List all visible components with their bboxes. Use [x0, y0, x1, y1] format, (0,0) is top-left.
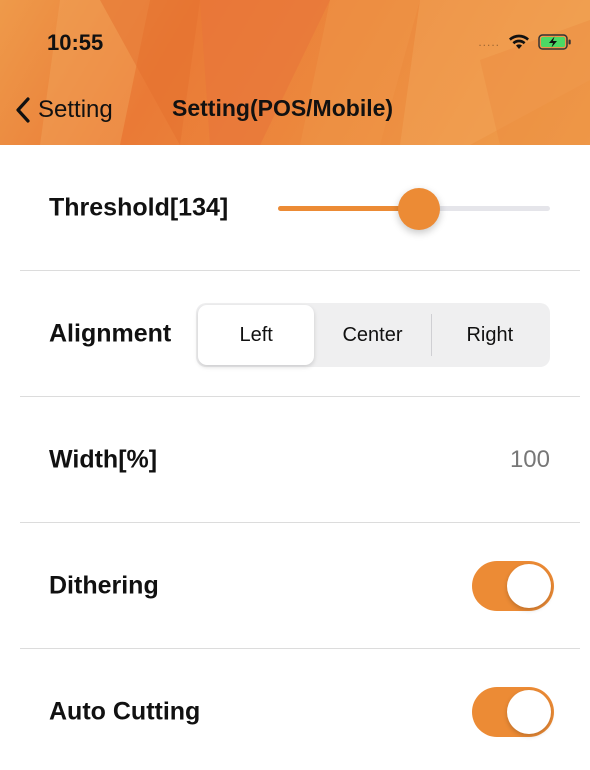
dithering-row: Dithering: [20, 523, 580, 649]
slider-thumb[interactable]: [398, 188, 441, 230]
alignment-row: Alignment Left Center Right: [20, 271, 580, 397]
alignment-option-left[interactable]: Left: [198, 305, 315, 365]
alignment-segmented-control: Left Center Right: [196, 303, 550, 367]
status-indicators: .....: [478, 30, 572, 54]
auto-cutting-toggle[interactable]: [472, 687, 554, 737]
threshold-label: Threshold[134]: [49, 193, 229, 221]
status-time: 10:55: [47, 30, 104, 55]
cellular-signal: .....: [478, 35, 500, 49]
toggle-knob: [507, 563, 551, 608]
width-row[interactable]: Width[%] 100: [20, 397, 580, 523]
chevron-left-icon: [14, 96, 32, 124]
width-value[interactable]: 100: [510, 446, 550, 474]
navigation-header: 10:55 ..... Setting Setting(POS/Mobile): [0, 0, 590, 145]
alignment-option-center[interactable]: Center: [314, 305, 430, 365]
dithering-toggle[interactable]: [472, 560, 554, 611]
page-title: Setting(POS/Mobile): [172, 95, 394, 121]
auto-cutting-row: Auto Cutting: [20, 649, 580, 770]
threshold-slider[interactable]: [278, 188, 550, 230]
battery-charging-icon: [538, 33, 572, 51]
dithering-label: Dithering: [49, 571, 159, 599]
alignment-label: Alignment: [49, 319, 172, 347]
wifi-icon: [508, 34, 530, 50]
alignment-option-right[interactable]: Right: [432, 305, 548, 365]
toggle-knob: [507, 690, 551, 734]
back-label: Setting: [38, 96, 113, 123]
threshold-row: Threshold[134]: [20, 145, 580, 271]
auto-cutting-label: Auto Cutting: [49, 697, 201, 726]
width-label: Width[%]: [49, 445, 158, 473]
back-button[interactable]: Setting: [14, 92, 113, 128]
